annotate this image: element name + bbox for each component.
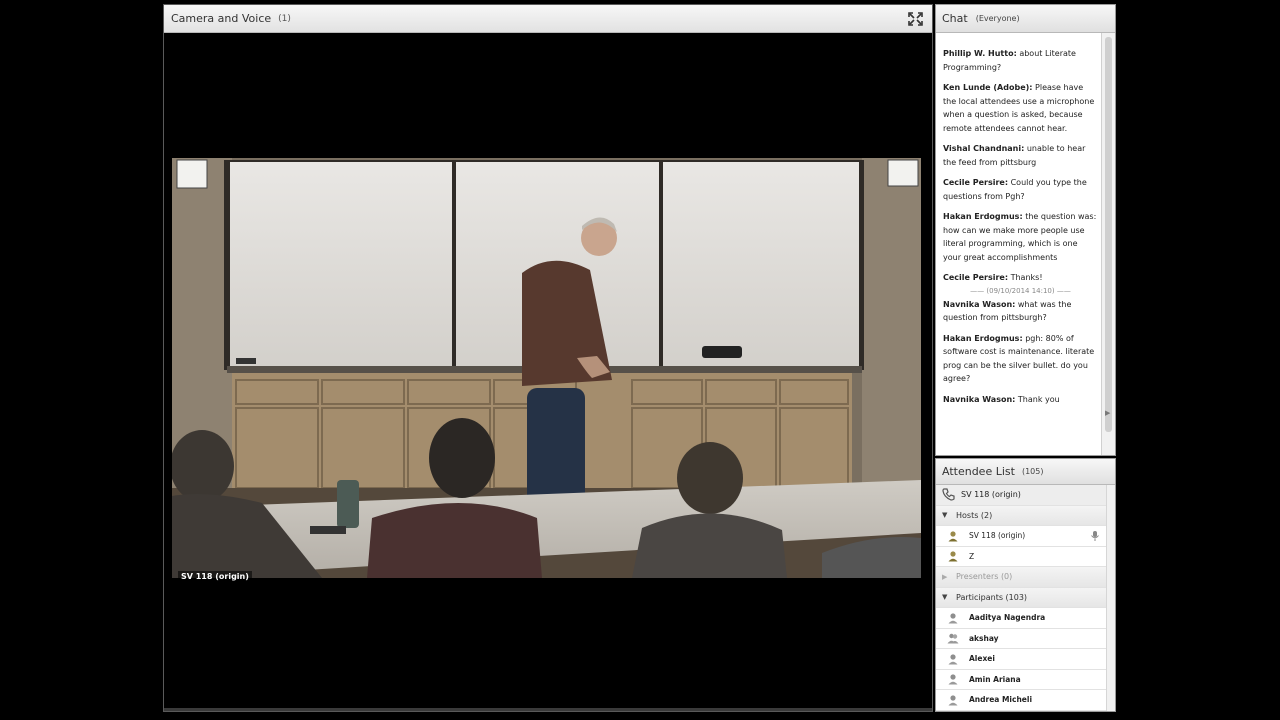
chat-sender: Navnika Wason: xyxy=(943,299,1016,309)
presenters-group-header[interactable]: ▶ Presenters (0) xyxy=(936,567,1115,588)
chat-pod-title: Chat xyxy=(942,12,968,25)
chat-message: Navnika Wason: what was the question fro… xyxy=(943,298,1098,325)
participant-name: akshay xyxy=(969,633,999,643)
phone-icon xyxy=(942,488,955,501)
host-row[interactable]: SV 118 (origin) xyxy=(936,526,1115,547)
attendee-pod-header: Attendee List (105) xyxy=(936,459,1115,485)
host-user-icon xyxy=(948,531,958,542)
camera-voice-pod: Camera and Voice (1) SV 118 (origin) xyxy=(163,4,933,712)
attendee-scrollbar[interactable] xyxy=(1106,485,1115,711)
chat-text: Thank you xyxy=(1017,394,1060,404)
chat-message: Vishal Chandnani: unable to hear the fee… xyxy=(943,142,1098,169)
host-name: Z xyxy=(969,551,975,561)
chat-message: Phillip W. Hutto: about Literate Program… xyxy=(943,47,1098,74)
camera-pod-bottom-bar xyxy=(164,708,932,711)
chat-message: Cecile Persire: Thanks! xyxy=(943,271,1098,285)
chat-sender: Hakan Erdogmus: xyxy=(943,333,1023,343)
camera-pod-count: (1) xyxy=(278,13,291,24)
chat-pod: Chat (Everyone) Phillip W. Hutto: about … xyxy=(935,4,1116,456)
chat-pod-header: Chat (Everyone) xyxy=(936,5,1115,33)
participant-group-icon xyxy=(947,634,959,644)
host-user-icon xyxy=(948,551,958,562)
microphone-icon xyxy=(1091,530,1099,541)
chat-message: Navnika Wason: Thank you xyxy=(943,393,1098,407)
origin-label: SV 118 (origin) xyxy=(961,490,1021,500)
chat-sender: Cecile Persire: xyxy=(943,178,1009,187)
chat-scrollbar-thumb[interactable] xyxy=(1105,37,1112,432)
chat-text: Thanks! xyxy=(1010,273,1043,282)
camera-video-feed xyxy=(172,158,921,578)
participant-row[interactable]: Andrea Micheli xyxy=(936,690,1115,711)
video-source-label: SV 118 (origin) xyxy=(178,571,252,582)
participant-row[interactable]: Aaditya Nagendra xyxy=(936,608,1115,629)
participants-group-label: Participants (103) xyxy=(956,592,1028,602)
chat-message: Cecile Persire: Could you type the quest… xyxy=(943,176,1098,203)
participant-name: Amin Ariana xyxy=(969,674,1021,684)
camera-pod-header: Camera and Voice (1) xyxy=(164,5,932,33)
collapse-triangle-icon: ▼ xyxy=(942,511,948,520)
participant-name: Alexei xyxy=(969,654,995,664)
chat-message: Hakan Erdogmus: pgh: 80% of software cos… xyxy=(943,332,1098,386)
chat-sender: Hakan Erdogmus: xyxy=(943,212,1023,221)
presenters-group-label: Presenters (0) xyxy=(956,572,1013,582)
participant-name: Aaditya Nagendra xyxy=(969,613,1046,623)
participant-row[interactable]: akshay xyxy=(936,629,1115,649)
lecture-room-scene xyxy=(172,158,921,578)
participant-user-icon xyxy=(948,654,958,665)
host-row[interactable]: Z xyxy=(936,547,1115,567)
chat-sender: Ken Lunde (Adobe): xyxy=(943,83,1033,92)
chat-sender: Phillip W. Hutto: xyxy=(943,49,1017,58)
participant-user-icon xyxy=(948,613,958,624)
chat-sender: Vishal Chandnani: xyxy=(943,144,1025,153)
participant-row[interactable]: Alexei xyxy=(936,649,1115,670)
hosts-group-header[interactable]: ▼ Hosts (2) xyxy=(936,505,1115,526)
hosts-group-label: Hosts (2) xyxy=(956,510,993,520)
chat-sender: Navnika Wason: xyxy=(943,394,1016,404)
chat-message: Ken Lunde (Adobe): Please have the local… xyxy=(943,81,1098,135)
attendee-pod-title: Attendee List xyxy=(942,465,1015,478)
chat-message: Hakan Erdogmus: the question was: how ca… xyxy=(943,210,1098,264)
attendee-count: (105) xyxy=(1021,467,1044,476)
chat-scrollbar[interactable]: ▶ xyxy=(1101,33,1115,455)
chat-scope[interactable]: (Everyone) xyxy=(976,14,1020,23)
participant-row[interactable]: Amin Ariana xyxy=(936,670,1115,690)
participant-user-icon xyxy=(948,695,958,706)
collapse-triangle-icon: ▼ xyxy=(942,593,948,602)
chat-message-list[interactable]: Phillip W. Hutto: about Literate Program… xyxy=(936,33,1102,455)
participants-group-header[interactable]: ▼ Participants (103) xyxy=(936,587,1115,608)
expand-triangle-icon: ▶ xyxy=(942,572,948,581)
origin-audio-row[interactable]: SV 118 (origin) xyxy=(936,485,1115,506)
camera-pod-title: Camera and Voice xyxy=(171,12,272,25)
participant-name: Andrea Micheli xyxy=(969,695,1033,705)
scroll-arrow-icon[interactable]: ▶ xyxy=(1105,409,1110,417)
chat-sender: Cecile Persire: xyxy=(943,273,1009,282)
attendee-list-pod: Attendee List (105) SV 118 (origin) ▼ Ho… xyxy=(935,458,1116,712)
fullscreen-icon[interactable] xyxy=(908,12,923,26)
participant-user-icon xyxy=(948,674,958,685)
chat-time-divider: —— (09/10/2014 14:10) —— xyxy=(970,286,1071,295)
host-name: SV 118 (origin) xyxy=(969,531,1026,541)
